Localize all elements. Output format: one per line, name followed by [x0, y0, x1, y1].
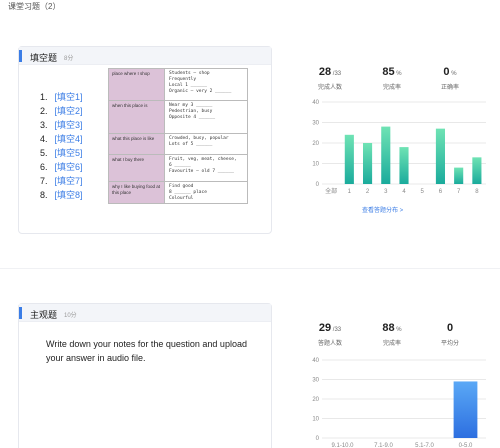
blank-link[interactable]: [填空3] [55, 120, 83, 130]
worksheet-note-line: Lots of 5 ______ [169, 142, 213, 147]
blank-item: 7. [填空7] [40, 174, 83, 188]
blank-link[interactable]: [填空4] [55, 134, 83, 144]
x-tick-label: 4 [402, 189, 406, 195]
x-tick-label: 7 [457, 189, 461, 195]
stat-answered-count: 29 /33 答题人数 [317, 322, 342, 347]
question-score: 10分 [64, 313, 77, 319]
worksheet-notes: Crowded, busy, popular Lots of 5 ______ [165, 134, 247, 154]
blank-link[interactable]: [填空8] [55, 190, 83, 200]
x-tick-label: 8 [475, 189, 479, 195]
blank-item: 3. [填空3] [40, 118, 83, 132]
y-tick-label: 0 [316, 436, 320, 442]
worksheet-row: place where I shop Students – shop Frequen… [109, 69, 247, 100]
blank-item: 4. [填空4] [40, 132, 83, 146]
worksheet-note-line: Colourful [169, 196, 194, 201]
y-tick-label: 40 [312, 100, 319, 106]
stat-average-score: 0 平均分 [440, 322, 459, 347]
chart-bar[interactable] [344, 134, 354, 184]
worksheet-row: what I buy there Fruit, veg, meat, cheese… [109, 154, 247, 181]
x-tick-label: 7.1-9.0 [374, 443, 393, 448]
worksheet-note-line: Opposite 4 ______ [169, 115, 216, 120]
worksheet-notes: Students – shop Frequently Local 1 ______ O… [165, 69, 247, 100]
x-tick-label: 3 [384, 189, 388, 195]
question-prompt: Write down your notes for the question a… [46, 339, 247, 363]
worksheet-image: place where I shop Students – shop Frequen… [108, 68, 248, 204]
chart-bar[interactable] [381, 126, 391, 184]
x-tick-label: 9.1-10.0 [331, 443, 354, 448]
blank-number: 3. [40, 120, 48, 130]
blank-link[interactable]: [填空5] [55, 148, 83, 158]
x-tick-label: 5 [421, 189, 425, 195]
chart-bar[interactable] [453, 381, 478, 438]
chart-bar[interactable] [363, 143, 373, 184]
y-tick-label: 30 [312, 121, 319, 127]
worksheet-notes: Find good 8 ______ place Colourful [165, 182, 247, 203]
x-tick-label: 6 [439, 189, 443, 195]
view-answer-distribution-link[interactable]: 查看答题分布 > [362, 205, 403, 214]
worksheet-note-line: Organic – very 2 ______ [169, 89, 232, 94]
chart-bar[interactable] [454, 167, 464, 184]
y-tick-label: 0 [316, 182, 320, 188]
question-header: 填空题 8分 [19, 47, 271, 65]
stat-completion-rate: 88 % 完成率 [382, 322, 402, 347]
blank-number: 2. [40, 106, 48, 116]
accent-bar [19, 50, 22, 62]
blank-list: 1. [填空1] 2. [填空2] 3. [填空3] 4. [填空4] 5. [填空5]… [40, 90, 83, 202]
blank-item: 1. [填空1] [40, 90, 83, 104]
stat-accuracy-rate: 0 % 正确率 [440, 66, 459, 91]
y-tick-label: 10 [312, 162, 319, 168]
x-tick-label: 全部 [325, 187, 337, 195]
x-tick-label: 2 [366, 189, 370, 195]
blank-number: 5. [40, 148, 48, 158]
question-header: 主观题 10分 [19, 304, 271, 322]
stat-completion-rate: 85 % 完成率 [382, 66, 402, 91]
y-tick-label: 30 [312, 378, 319, 384]
worksheet-notes: Near my 3 ______ Pedestrian, busy Opposite… [165, 101, 247, 133]
y-tick-label: 10 [312, 417, 319, 423]
chart-bar[interactable] [472, 157, 482, 184]
blank-item: 6. [填空6] [40, 160, 83, 174]
worksheet-row: why I like buying food at this place Find… [109, 181, 247, 203]
worksheet-prompt: place where I shop [109, 69, 165, 100]
blank-number: 4. [40, 134, 48, 144]
question-score: 8分 [64, 56, 74, 62]
worksheet-note-line: Favourite – old 7 ______ [169, 169, 235, 174]
x-tick-label: 5.1-7.0 [415, 443, 434, 448]
page-title: 课堂习题（2） [8, 2, 61, 11]
x-tick-label: 1 [348, 189, 352, 195]
blank-link[interactable]: [填空6] [55, 162, 83, 172]
worksheet-row: what this place is like Crowded, busy, po… [109, 133, 247, 154]
q1-bar-chart: 0 10 20 30 40 全部 1 2 3 4 5 6 7 8 [312, 100, 486, 195]
blank-item: 5. [填空5] [40, 146, 83, 160]
y-tick-label: 20 [312, 141, 319, 147]
stat-completed-count: 28 /33 完成人数 [317, 66, 342, 91]
worksheet-row: when this place is Near my 3 ______ Pedest… [109, 100, 247, 133]
chart-bar[interactable] [435, 128, 445, 184]
worksheet-prompt: when this place is [109, 101, 165, 133]
worksheet-prompt: what I buy there [109, 155, 165, 181]
section-divider [0, 268, 500, 269]
blank-link[interactable]: [填空2] [55, 106, 83, 116]
blank-item: 8. [填空8] [40, 188, 83, 202]
blank-number: 7. [40, 176, 48, 186]
worksheet-notes: Fruit, veg, meat, cheese, 6 ______ Favouri… [165, 155, 247, 181]
blank-item: 2. [填空2] [40, 104, 83, 118]
y-tick-label: 40 [312, 358, 319, 364]
blank-link[interactable]: [填空1] [55, 92, 83, 102]
blank-number: 6. [40, 162, 48, 172]
blank-number: 1. [40, 92, 48, 102]
worksheet-prompt: why I like buying food at this place [109, 182, 165, 203]
question-type-label: 填空题 [30, 53, 58, 63]
blank-number: 8. [40, 190, 48, 200]
blank-link[interactable]: [填空7] [55, 176, 83, 186]
accent-bar [19, 307, 22, 319]
worksheet-prompt: what this place is like [109, 134, 165, 154]
question-card-subjective: 主观题 10分 [18, 303, 272, 448]
chart-bar[interactable] [399, 147, 409, 184]
question-type-label: 主观题 [30, 310, 58, 320]
q2-bar-chart: 0 10 20 30 40 9.1-10.0 7.1-9.0 5.1-7.0 0-5.0 [312, 358, 486, 448]
y-tick-label: 20 [312, 397, 319, 403]
x-tick-label: 0-5.0 [459, 443, 473, 448]
